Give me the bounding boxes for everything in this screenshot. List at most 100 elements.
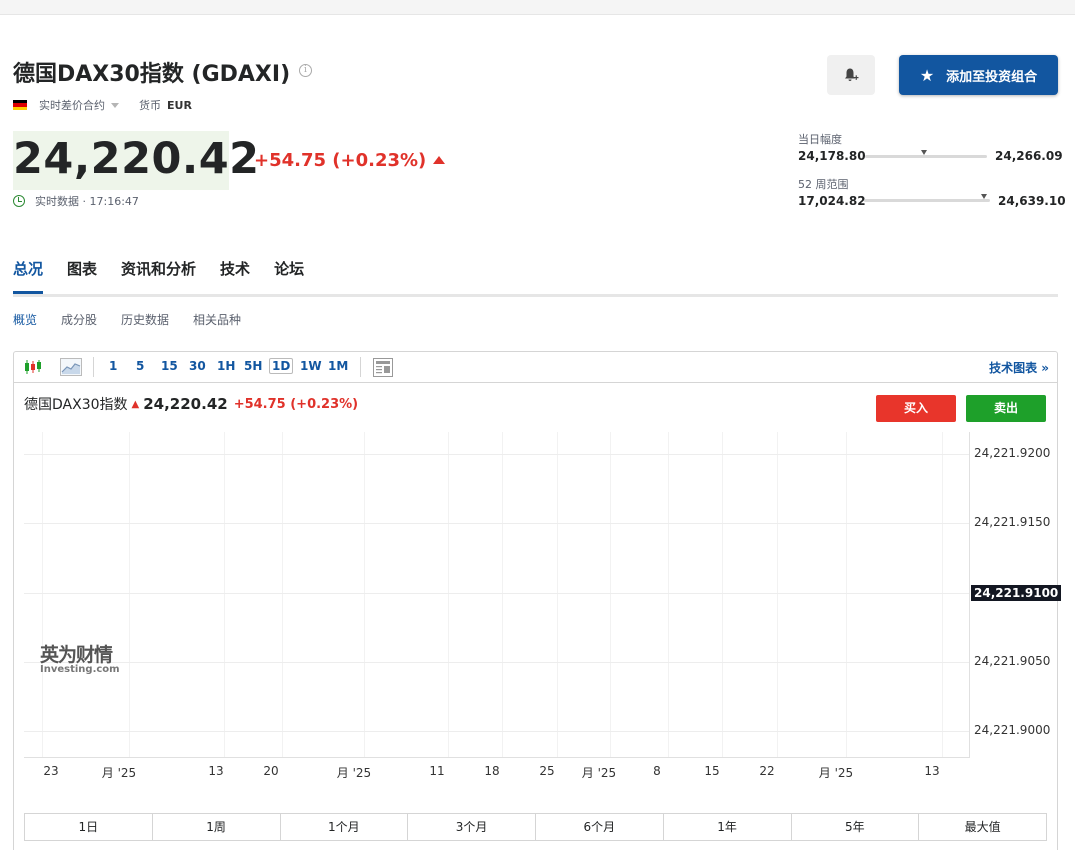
candlestick-icon[interactable] xyxy=(24,359,42,375)
tab-news-analysis[interactable]: 资讯和分析 xyxy=(121,258,196,294)
area-chart-icon[interactable] xyxy=(60,358,82,376)
info-icon[interactable]: i xyxy=(299,64,312,77)
interval-15[interactable]: 15 xyxy=(161,359,178,373)
day-range-label: 当日幅度 xyxy=(798,133,842,146)
x-tick-label: 月 '25 xyxy=(101,766,137,780)
page-title: 德国DAX30指数 (GDAXI) xyxy=(13,62,291,87)
x-tick-label: 8 xyxy=(653,764,661,778)
x-tick-label: 13 xyxy=(924,764,940,778)
sub-tabs: 概览 成分股 历史数据 相关品种 xyxy=(13,311,265,328)
grid-line-horizontal xyxy=(24,662,969,663)
tab-technical[interactable]: 技术 xyxy=(220,258,250,294)
week52-range-label: 52 周范围 xyxy=(798,178,849,191)
bell-plus-icon xyxy=(845,68,859,81)
interval-1m[interactable]: 1M xyxy=(328,359,348,373)
interval-1d[interactable]: 1D xyxy=(269,358,294,374)
main-tabs: 总况 图表 资讯和分析 技术 论坛 xyxy=(13,258,328,294)
add-to-portfolio-button[interactable]: ★ 添加至投资组合 xyxy=(899,55,1058,95)
add-alert-button[interactable] xyxy=(827,55,875,95)
grid-line-vertical xyxy=(668,432,669,758)
x-tick-label: 20 xyxy=(263,764,279,778)
interval-1[interactable]: 1 xyxy=(109,359,117,373)
grid-line-vertical xyxy=(846,432,847,758)
add-to-portfolio-label: 添加至投资组合 xyxy=(946,69,1038,85)
x-tick-label: 月 '25 xyxy=(818,766,854,780)
period-1d[interactable]: 1日 xyxy=(25,814,153,840)
current-price-label: 24,221.9100 xyxy=(971,585,1062,601)
grid-line-vertical xyxy=(364,432,365,758)
grid-line-horizontal xyxy=(24,523,969,524)
x-tick-label: 22 xyxy=(759,764,775,778)
interval-1h[interactable]: 1H xyxy=(217,359,235,373)
y-tick-label: 24,221.9200 xyxy=(974,446,1051,460)
chevron-down-icon[interactable] xyxy=(111,102,119,108)
period-1w[interactable]: 1周 xyxy=(153,814,281,840)
interval-1w[interactable]: 1W xyxy=(300,359,322,373)
period-1m[interactable]: 1个月 xyxy=(281,814,409,840)
x-tick-label: 25 xyxy=(539,764,555,778)
x-tick-label: 月 '25 xyxy=(581,766,617,780)
watermark-en: Investing.com xyxy=(40,664,120,675)
y-tick-label: 24,221.9050 xyxy=(974,654,1051,668)
up-arrow-icon xyxy=(433,156,445,164)
technical-chart-link[interactable]: 技术图表 » xyxy=(989,359,1049,376)
grid-line-vertical xyxy=(722,432,723,758)
chart-plot-area[interactable] xyxy=(24,432,969,758)
x-tick-label: 15 xyxy=(704,764,720,778)
tab-chart[interactable]: 图表 xyxy=(67,258,97,294)
currency-value: EUR xyxy=(167,98,192,112)
instrument-type[interactable]: 实时差价合约 xyxy=(39,97,105,113)
clock-icon xyxy=(13,195,25,207)
grid-line-vertical xyxy=(610,432,611,758)
grid-line-horizontal xyxy=(24,593,969,594)
period-1y[interactable]: 1年 xyxy=(664,814,792,840)
tab-overview[interactable]: 总况 xyxy=(13,258,44,294)
grid-line-vertical xyxy=(282,432,283,758)
grid-line-vertical xyxy=(42,432,43,758)
tab-forum[interactable]: 论坛 xyxy=(274,258,304,294)
grid-line-horizontal xyxy=(24,454,969,455)
chart-legend: 德国DAX30指数 ▲ 24,220.42 +54.75 (+0.23%) xyxy=(24,394,358,414)
top-strip xyxy=(0,0,1075,15)
week52-range-low: 17,024.82 xyxy=(798,194,866,208)
subtab-historical-data[interactable]: 历史数据 xyxy=(121,311,169,328)
buy-button[interactable]: 买入 xyxy=(876,395,956,422)
chart-widget: 1 5 15 30 1H 5H 1D 1W 1M 技术图表 » 德国DAX30指… xyxy=(13,351,1062,850)
period-max[interactable]: 最大值 xyxy=(919,814,1046,840)
chart-toolbar: 1 5 15 30 1H 5H 1D 1W 1M 技术图表 » xyxy=(14,352,1057,383)
interval-5[interactable]: 5 xyxy=(136,359,144,373)
subtab-components[interactable]: 成分股 xyxy=(61,311,97,328)
grid-line-vertical xyxy=(942,432,943,758)
investing-watermark: 英为财情 Investing.com xyxy=(40,640,120,675)
period-6m[interactable]: 6个月 xyxy=(536,814,664,840)
legend-instrument-name: 德国DAX30指数 xyxy=(24,397,128,413)
grid-line-vertical xyxy=(557,432,558,758)
sell-button[interactable]: 卖出 xyxy=(966,395,1046,422)
x-tick-label: 18 xyxy=(484,764,500,778)
grid-line-horizontal xyxy=(24,731,969,732)
quote-time-label: 实时数据 · 17:16:47 xyxy=(35,195,139,208)
grid-line-vertical xyxy=(502,432,503,758)
x-tick-label: 月 '25 xyxy=(336,766,372,780)
period-3m[interactable]: 3个月 xyxy=(408,814,536,840)
y-tick-label: 24,221.9000 xyxy=(974,723,1051,737)
germany-flag-icon xyxy=(13,100,27,110)
star-icon: ★ xyxy=(919,65,935,85)
y-tick-label: 24,221.9150 xyxy=(974,515,1051,529)
interval-30[interactable]: 30 xyxy=(189,359,206,373)
interval-5h[interactable]: 5H xyxy=(244,359,262,373)
legend-change: +54.75 (+0.23%) xyxy=(233,396,359,412)
grid-line-vertical xyxy=(224,432,225,758)
week52-range-marker xyxy=(980,194,987,199)
day-range-bar xyxy=(865,150,987,158)
grid-line-vertical xyxy=(448,432,449,758)
quote-time: 实时数据 · 17:16:47 xyxy=(13,193,139,209)
currency-label: 货币 xyxy=(139,99,161,112)
news-layout-icon[interactable] xyxy=(373,358,393,377)
watermark-cn: 英为财情 xyxy=(40,644,113,666)
subtab-overview[interactable]: 概览 xyxy=(13,311,37,328)
last-price: 24,220.42 xyxy=(13,134,260,184)
y-axis-line xyxy=(969,432,970,758)
subtab-related-instruments[interactable]: 相关品种 xyxy=(193,311,241,328)
period-5y[interactable]: 5年 xyxy=(792,814,920,840)
